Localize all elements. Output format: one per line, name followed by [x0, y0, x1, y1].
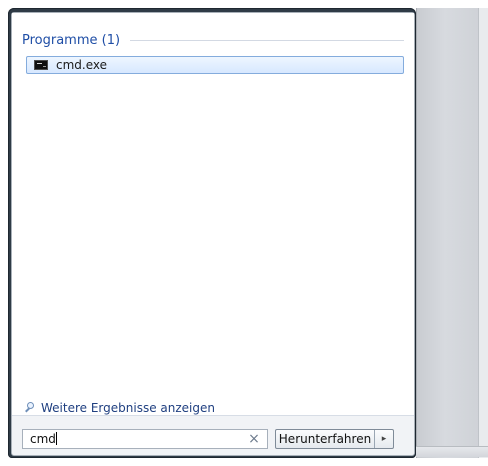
- more-results-link[interactable]: Weitere Ergebnisse anzeigen: [24, 399, 215, 417]
- search-icon: [24, 402, 36, 414]
- section-divider: [130, 39, 404, 41]
- shutdown-options-arrow-icon[interactable]: ▸: [375, 430, 393, 448]
- programs-section-title: Programme (1): [22, 32, 121, 48]
- taskbar-edge: [416, 446, 488, 457]
- clear-search-icon[interactable]: ×: [245, 430, 263, 448]
- text-cursor: [55, 432, 57, 445]
- search-query-text: cmd: [30, 432, 56, 446]
- search-input-value: cmd: [30, 432, 245, 446]
- search-icon-handle: [25, 407, 30, 413]
- start-menu-frame: Programme (1) cmd.exe Weitere Ergebnisse…: [11, 12, 415, 456]
- start-menu: Programme (1) cmd.exe Weitere Ergebnisse…: [8, 8, 416, 458]
- search-input[interactable]: cmd ×: [22, 429, 268, 449]
- result-item-cmd[interactable]: cmd.exe: [26, 56, 404, 74]
- shutdown-control: Herunterfahren ▸: [275, 429, 394, 449]
- command-prompt-icon: [34, 60, 48, 70]
- result-item-label: cmd.exe: [56, 58, 108, 72]
- more-results-label: Weitere Ergebnisse anzeigen: [41, 401, 215, 415]
- desktop-right-panel: [416, 8, 479, 458]
- shutdown-button[interactable]: Herunterfahren: [276, 430, 375, 448]
- search-results-panel: Programme (1) cmd.exe Weitere Ergebnisse…: [12, 13, 414, 416]
- desktop-right-strip: [478, 8, 488, 458]
- programs-section-header: Programme (1): [22, 31, 404, 49]
